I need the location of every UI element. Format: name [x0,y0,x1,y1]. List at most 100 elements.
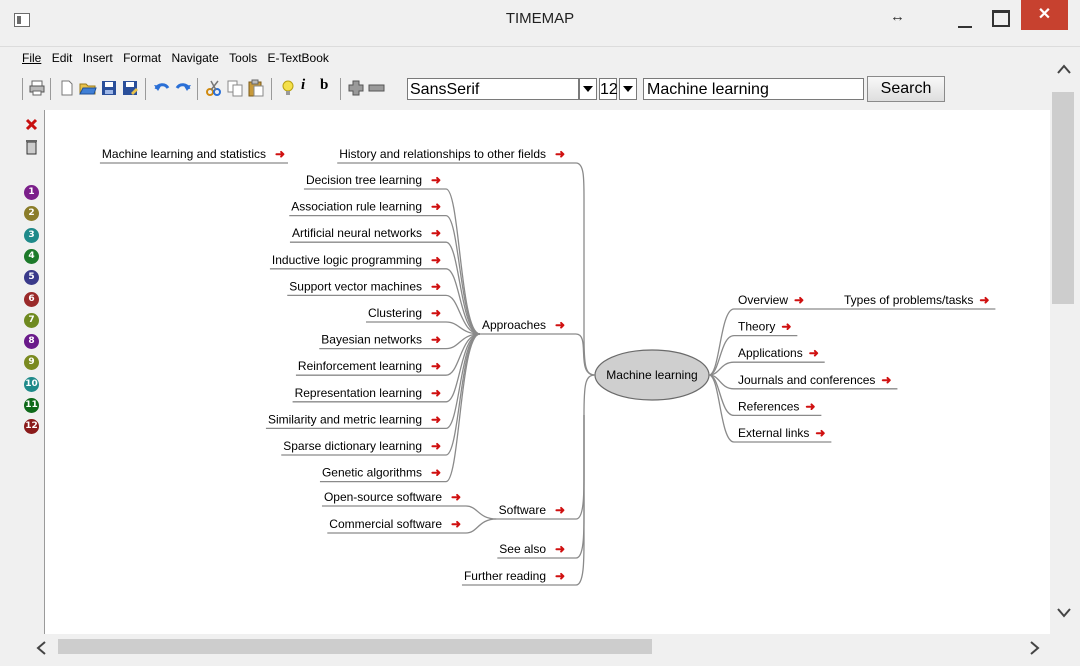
expand-arrow-icon[interactable]: ➜ [555,503,565,517]
priority-marker-6-icon[interactable]: 6 [24,291,39,307]
node-clustering[interactable]: Clustering [368,306,422,320]
expand-arrow-icon[interactable]: ➜ [431,306,441,320]
scroll-up-icon[interactable] [1057,64,1071,74]
expand-arrow-icon[interactable]: ➜ [881,373,891,387]
expand-arrow-icon[interactable]: ➜ [805,399,815,413]
menu-format[interactable]: Format [123,51,161,65]
expand-arrow-icon[interactable]: ➜ [555,542,565,556]
menu-tools[interactable]: Tools [229,51,257,65]
font-family-select[interactable]: SansSerif [407,78,579,100]
node-sparse-dictionary-learning[interactable]: Sparse dictionary learning [283,439,422,453]
expand-arrow-icon[interactable]: ➜ [431,279,441,293]
delete-icon[interactable] [25,118,38,131]
undo-icon[interactable] [153,79,171,97]
node-references[interactable]: References [738,399,799,413]
font-size-select[interactable]: 12 [599,78,618,100]
expand-arrow-icon[interactable]: ➜ [431,466,441,480]
resize-icon[interactable]: ↔ [890,8,905,25]
priority-marker-3-icon[interactable]: 3 [24,227,39,243]
node-similarity-and-metric-learning[interactable]: Similarity and metric learning [268,412,422,426]
node-genetic-algorithms[interactable]: Genetic algorithms [322,466,422,480]
paste-icon[interactable] [247,79,265,97]
search-button[interactable]: Search [867,76,945,102]
minimize-button[interactable] [950,4,980,34]
copy-icon[interactable] [226,79,244,97]
expand-arrow-icon[interactable]: ➜ [431,173,441,187]
close-button[interactable]: ✕ [1021,0,1068,30]
bold-icon[interactable]: b [320,77,338,95]
zoom-in-icon[interactable] [347,79,365,97]
open-folder-icon[interactable] [79,79,97,97]
maximize-button[interactable] [985,4,1015,34]
expand-arrow-icon[interactable]: ➜ [431,333,441,347]
node-history-and-relationships-to-other-fields[interactable]: History and relationships to other field… [339,147,546,161]
node-inductive-logic-programming[interactable]: Inductive logic programming [272,253,422,267]
expand-arrow-icon[interactable]: ➜ [555,147,565,161]
save-as-icon[interactable] [121,79,139,97]
priority-marker-11-icon[interactable]: 11 [24,398,39,413]
node-decision-tree-learning[interactable]: Decision tree learning [306,173,422,187]
italic-icon[interactable]: i [301,77,319,95]
priority-marker-1-icon[interactable]: 1 [24,185,39,200]
expand-arrow-icon[interactable]: ➜ [809,346,819,360]
menu-edit[interactable]: Edit [52,51,73,65]
node-machine-learning-and-statistics[interactable]: Machine learning and statistics [102,147,266,161]
scroll-right-icon[interactable] [1030,641,1040,655]
node-artificial-neural-networks[interactable]: Artificial neural networks [292,226,422,240]
redo-icon[interactable] [174,79,192,97]
expand-arrow-icon[interactable]: ➜ [451,490,461,504]
menu-insert[interactable]: Insert [83,51,113,65]
search-input[interactable]: Machine learning [643,78,864,100]
priority-marker-5-icon[interactable]: 5 [24,270,39,286]
node-journals-and-conferences[interactable]: Journals and conferences [738,373,875,387]
scroll-left-icon[interactable] [36,641,46,655]
node-open-source-software[interactable]: Open-source software [324,490,442,504]
expand-arrow-icon[interactable]: ➜ [431,439,441,453]
expand-arrow-icon[interactable]: ➜ [555,569,565,583]
menu-etextbook[interactable]: E-TextBook [268,51,329,65]
expand-arrow-icon[interactable]: ➜ [431,359,441,373]
priority-marker-12-icon[interactable]: 12 [24,419,39,435]
font-size-dropdown-icon[interactable] [619,78,637,100]
vertical-scroll-thumb[interactable] [1052,92,1074,304]
new-document-icon[interactable] [58,79,76,97]
priority-marker-7-icon[interactable]: 7 [24,312,39,328]
save-icon[interactable] [100,79,118,97]
node-association-rule-learning[interactable]: Association rule learning [291,200,422,214]
expand-arrow-icon[interactable]: ➜ [815,426,825,440]
trash-icon[interactable] [25,139,38,155]
priority-marker-2-icon[interactable]: 2 [24,206,39,222]
font-family-dropdown-icon[interactable] [579,78,597,100]
expand-arrow-icon[interactable]: ➜ [275,147,285,161]
mindmap-canvas[interactable]: Machine learning History and relationship… [44,110,1051,634]
expand-arrow-icon[interactable]: ➜ [979,293,989,307]
expand-arrow-icon[interactable]: ➜ [431,200,441,214]
expand-arrow-icon[interactable]: ➜ [431,226,441,240]
expand-arrow-icon[interactable]: ➜ [431,386,441,400]
node-types-of-problems-tasks[interactable]: Types of problems/tasks [844,293,973,307]
node-external-links[interactable]: External links [738,426,809,440]
priority-marker-10-icon[interactable]: 10 [24,376,39,392]
priority-marker-8-icon[interactable]: 8 [24,334,39,350]
print-icon[interactable] [28,79,46,97]
node-reinforcement-learning[interactable]: Reinforcement learning [298,359,422,373]
lightbulb-icon[interactable] [279,79,297,97]
expand-arrow-icon[interactable]: ➜ [431,412,441,426]
node-bayesian-networks[interactable]: Bayesian networks [321,333,422,347]
node-see-also[interactable]: See also [499,542,546,556]
expand-arrow-icon[interactable]: ➜ [781,320,791,334]
priority-marker-4-icon[interactable]: 4 [24,248,39,264]
node-approaches[interactable]: Approaches [482,318,546,332]
node-applications[interactable]: Applications [738,346,803,360]
node-support-vector-machines[interactable]: Support vector machines [289,279,422,293]
node-software[interactable]: Software [499,503,547,517]
menu-file[interactable]: File [22,51,41,65]
node-representation-learning[interactable]: Representation learning [295,386,422,400]
node-overview[interactable]: Overview [738,293,788,307]
expand-arrow-icon[interactable]: ➜ [451,517,461,531]
priority-marker-9-icon[interactable]: 9 [24,355,39,371]
scroll-down-icon[interactable] [1057,608,1071,618]
expand-arrow-icon[interactable]: ➜ [431,253,441,267]
node-further-reading[interactable]: Further reading [464,569,546,583]
horizontal-scroll-thumb[interactable] [58,639,652,654]
